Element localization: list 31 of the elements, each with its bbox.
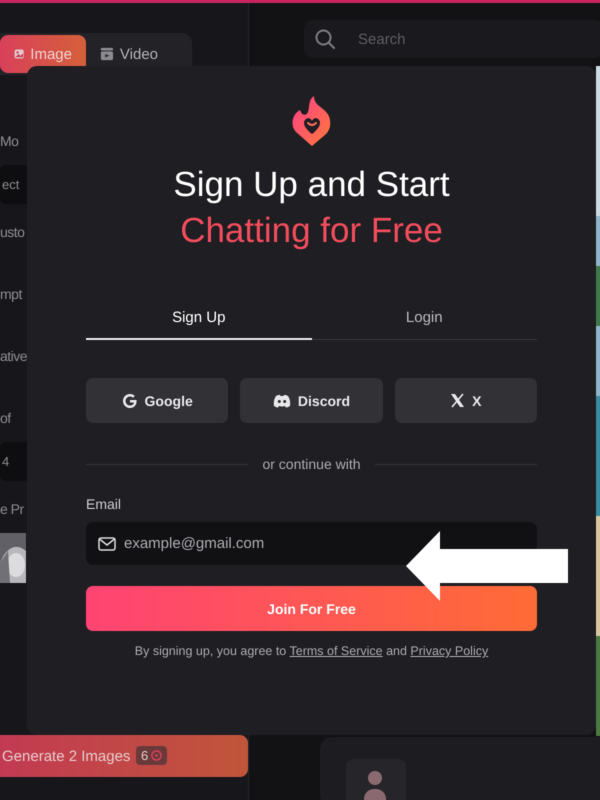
credit-badge: 6 <box>136 746 168 765</box>
divider-text: or continue with <box>262 456 361 472</box>
flame-heart-logo <box>290 94 334 148</box>
sidebar-field[interactable]: ect <box>0 165 27 204</box>
social-login-button[interactable]: Google <box>86 378 228 423</box>
social-login-button[interactable]: Discord <box>240 378 383 423</box>
coin-icon <box>151 750 162 761</box>
google-icon <box>122 392 138 408</box>
auth-tab[interactable]: Sign Up <box>86 296 312 340</box>
dialog-title: Sign Up and Start <box>173 164 450 206</box>
legal-notice: By signing up, you agree to Terms of Service and Privacy Policy <box>134 644 488 658</box>
sidebar-label: of <box>0 410 12 428</box>
sidebar-label: usto <box>0 224 26 242</box>
envelope-icon <box>98 537 116 551</box>
social-login-button[interactable]: X <box>394 378 537 423</box>
discord-icon <box>272 394 291 408</box>
search-field[interactable]: Search <box>304 20 600 58</box>
auth-tab[interactable]: Login <box>312 296 537 340</box>
sidebar-label: e Pr <box>0 501 25 519</box>
search-icon <box>314 28 336 50</box>
clapperboard-icon <box>100 46 114 62</box>
terms-link[interactable]: Terms of Service <box>290 644 383 658</box>
sidebar-label: ative <box>0 348 26 366</box>
sidebar-field[interactable]: 4 <box>0 442 27 481</box>
field-label: Email <box>86 496 122 512</box>
sidebar-label: Mo <box>0 133 20 151</box>
sidebar-label: mpt <box>0 286 24 304</box>
x-logo-icon <box>450 393 466 408</box>
dialog-subtitle: Chatting for Free <box>180 210 443 252</box>
mode-tab[interactable]: Video <box>86 35 172 73</box>
privacy-link[interactable]: Privacy Policy <box>410 644 488 658</box>
